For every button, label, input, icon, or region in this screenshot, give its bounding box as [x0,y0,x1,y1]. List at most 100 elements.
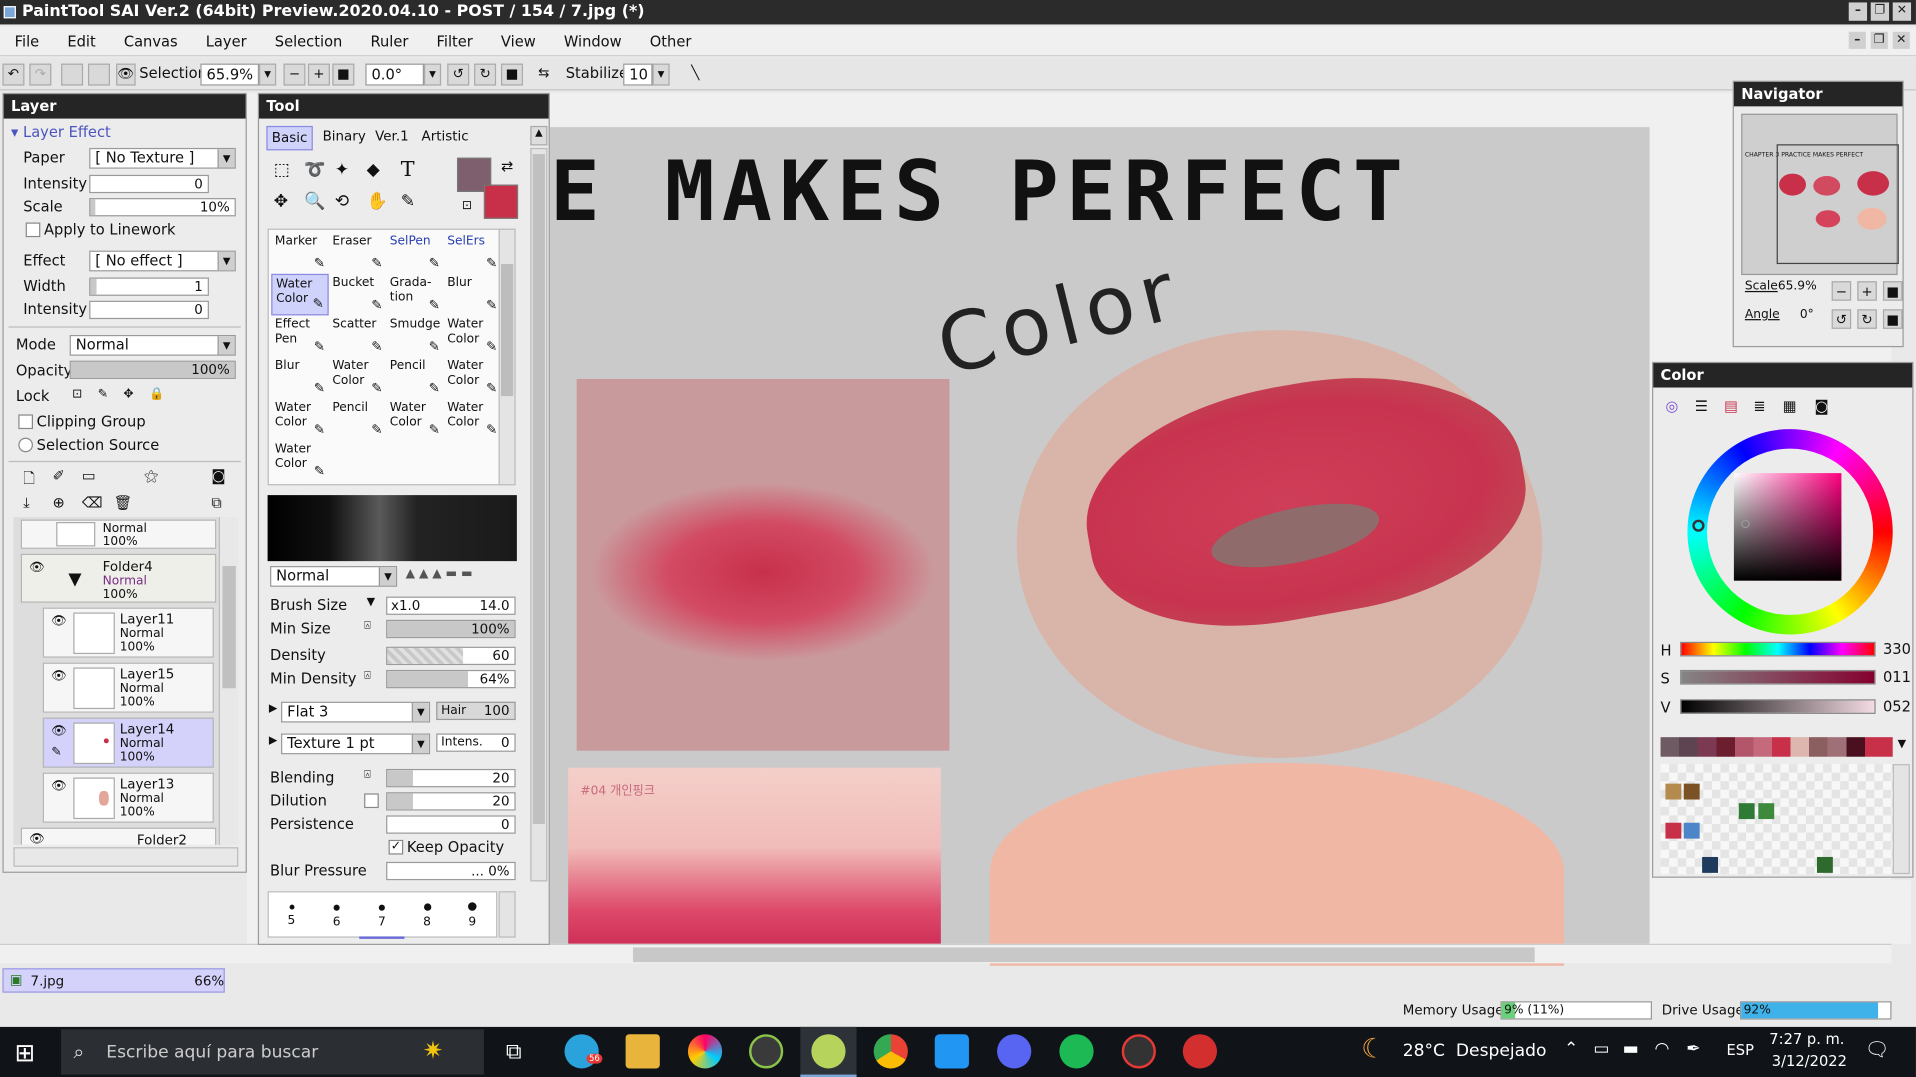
dot-size-8[interactable]: 8 [404,892,449,938]
mode-select[interactable]: Normal ▼ [69,334,236,356]
zoom-out-icon[interactable]: − [283,63,306,86]
brush-7[interactable]: Grada-tion ✎ [386,274,443,316]
magic-wand-icon[interactable]: ✦ [335,160,349,180]
swatch-scrollbar[interactable] [1892,764,1910,875]
brush-2[interactable]: Eraser ✎ [329,232,386,274]
menu-edit[interactable]: Edit [53,27,110,56]
nav-zoom-in-icon[interactable]: + [1857,281,1877,301]
brush-14[interactable]: Water Color ✎ [329,357,386,399]
primary-color-swatch[interactable] [483,184,519,219]
brush-17[interactable]: Water Color ✎ [271,399,328,441]
document-tab[interactable]: ▣ 7.jpg 66% [2,968,225,993]
maximize-button[interactable]: ❐ [1870,2,1890,21]
blend-mode-select[interactable]: Normal ▼ [270,566,398,587]
pen-icon[interactable]: ✒ [1686,1039,1700,1059]
layer-list[interactable]: Normal 100% 👁 ▼ Folder4 Normal 100% 👁 La… [13,517,224,845]
new-linework-layer-icon[interactable]: ✐ [53,467,65,484]
v-value[interactable]: 052 [1883,698,1911,715]
stabilizer-field[interactable]: 10 [623,63,653,86]
lock-move-icon[interactable]: ✥ [123,388,133,401]
horizontal-scrollbar-thumb[interactable] [632,947,1535,963]
menu-canvas[interactable]: Canvas [109,27,191,56]
scale-slider[interactable]: 10% [89,198,236,217]
menu-filter[interactable]: Filter [422,27,486,56]
obs-icon[interactable] [1121,1034,1156,1069]
brush-3[interactable]: SelPen ✎ [386,232,443,274]
layer-row-layer11[interactable]: 👁 Layer11 Normal 100% [42,607,214,658]
rect-select-icon[interactable]: ⬚ [274,160,290,180]
chevron-down-icon[interactable]: ▼ [367,597,375,609]
chrome-icon[interactable] [873,1034,908,1069]
delete-layer-icon[interactable]: 🗑 [114,494,133,511]
color-app-icon[interactable] [687,1034,723,1069]
layer-effect-header[interactable]: ▾ Layer Effect [11,123,111,140]
recent-colors-strip[interactable] [1660,737,1893,757]
new-layer-icon[interactable]: 🗋 [23,467,35,493]
tab-artistic[interactable]: Artistic [422,126,469,148]
move-icon[interactable]: ✥ [274,192,288,212]
horizontal-scrollbar[interactable] [0,943,1892,964]
layer-row-folder2[interactable]: 👁 Folder2 [20,827,217,845]
invert-selection-icon[interactable] [87,63,110,86]
nav-scale-value[interactable]: 65.9% [1778,280,1817,293]
blending-slider[interactable]: 20 [386,768,516,788]
transparent-color-icon[interactable]: ⊡ [462,199,472,212]
eye-icon[interactable]: 👁 [49,779,69,796]
color-swatches[interactable] [1660,764,1893,875]
expand-icon[interactable]: ▶ [269,703,277,715]
dot-size-6[interactable]: 6 [314,892,359,938]
merge-down-icon[interactable]: ⊕ [53,494,65,511]
zoom-in-icon[interactable]: + [307,63,330,86]
tab-binary[interactable]: Binary [323,126,366,148]
persistence-slider[interactable]: 0 [386,815,516,834]
intermediate-color-icon[interactable]: ≣ [1753,397,1765,414]
layer-row-layer13[interactable]: 👁 Layer13 Normal 100% [42,772,214,823]
text-tool-icon[interactable]: T [401,158,415,182]
brush-size-slider[interactable]: x1.0 14.0 [386,596,516,615]
s-slider[interactable] [1680,669,1876,685]
dot-size-7[interactable]: 7 [359,892,405,939]
deselect-icon[interactable] [61,63,84,86]
swatch-mode-icon[interactable]: ▦ [1783,397,1797,414]
navigator-preview[interactable]: CHAPTER 3 PRACTICE MAKES PERFECT [1741,113,1899,276]
layer-row-folder4[interactable]: 👁 ▼ Folder4 Normal 100% [20,553,217,603]
width-slider[interactable]: 1 [89,277,209,296]
menu-window[interactable]: Window [549,27,635,56]
zoom-icon[interactable]: 🔍 [304,192,325,212]
brush-11[interactable]: Smudge ✎ [386,315,443,357]
texture-select[interactable]: Texture 1 pt ▼ [281,733,431,755]
battery-icon[interactable]: ▬ [1623,1039,1639,1059]
keep-opacity-checkbox[interactable]: ✓ [388,839,404,855]
layer-list-scrollbar[interactable] [218,517,239,845]
layer-options-icon[interactable]: ⧉ [211,494,221,512]
windows-start-icon[interactable]: ⊞ [15,1038,35,1067]
hair-slider[interactable]: Hair 100 [436,701,516,721]
painttool-taskbar-item[interactable] [800,1026,857,1077]
brush-13[interactable]: Blur ✎ [271,357,328,399]
texture-intensity-slider[interactable]: Intens. 0 [436,733,516,752]
xbox-icon[interactable] [749,1034,784,1069]
tool-panel-scrollbar[interactable] [530,147,548,882]
doc-minimize-button[interactable]: – [1848,31,1866,49]
selection-source-checkbox[interactable] [18,437,33,453]
close-button[interactable]: ✕ [1892,2,1912,21]
menu-view[interactable]: View [486,27,549,56]
brush-9[interactable]: Effect Pen ✎ [271,315,328,357]
brush-12[interactable]: Water Color ✎ [444,315,501,357]
brush-shape-select[interactable]: Flat 3 ▼ [281,701,431,723]
s-value[interactable]: 011 [1883,669,1911,686]
eyedropper-icon[interactable]: ✎ [401,192,415,212]
stabilizer-dropdown-icon[interactable]: ▾ [652,63,670,86]
discord-icon[interactable] [997,1034,1032,1069]
angle-field[interactable]: 0.0° [365,63,424,86]
sv-square[interactable] [1733,473,1842,581]
task-view-icon[interactable]: ⧉ [506,1039,522,1065]
rotate-reset-icon[interactable]: ■ [500,63,523,86]
brush-6[interactable]: Bucket ✎ [329,274,386,316]
clock-date[interactable]: 3/12/2022 [1772,1053,1847,1070]
brush-4[interactable]: SelErs ✎ [444,232,501,274]
transfer-down-icon[interactable]: ⤓ [23,494,29,512]
pressure-icon[interactable]: ⍓ [364,769,371,781]
brush-tip-icons[interactable]: ▲ ▲ ▲ ▬ ▬ [406,567,473,580]
clipping-group-checkbox[interactable] [18,414,33,430]
